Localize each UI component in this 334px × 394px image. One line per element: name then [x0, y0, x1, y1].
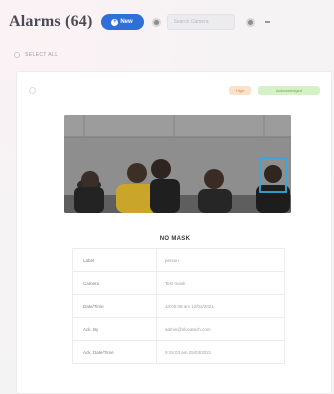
- select-all-checkbox[interactable]: [14, 52, 20, 58]
- detail-key: Label: [72, 248, 157, 272]
- new-button-label: New: [120, 19, 133, 25]
- person-head: [81, 171, 99, 189]
- table-row: Label person: [72, 248, 285, 272]
- page-header: Alarms (64) + New: [0, 0, 334, 44]
- table-row: Date/Time 10:05:08 am 12/02/2021: [72, 294, 285, 318]
- alarm-select-checkbox[interactable]: [29, 87, 36, 94]
- person-head: [204, 169, 224, 189]
- ceiling: [64, 115, 291, 137]
- detail-value: Test mask: [156, 271, 285, 295]
- alarm-card[interactable]: High Acknowledged NO MASK Label person C…: [16, 71, 332, 394]
- status-badge: Acknowledged: [258, 86, 320, 95]
- person-body: [198, 189, 232, 213]
- person-head: [151, 159, 171, 179]
- person-head: [264, 165, 282, 183]
- detail-value: admin@slocatech.com: [156, 317, 285, 341]
- alarm-details-table: Label person Camera Test mask Date/Time …: [72, 248, 285, 364]
- gear-icon[interactable]: [151, 17, 161, 27]
- page-title: Alarms (64): [9, 13, 93, 30]
- person-body: [256, 185, 290, 213]
- detail-value: 10:05:08 am 12/02/2021: [156, 294, 285, 318]
- person-head: [127, 163, 147, 183]
- table-row: Ack. By admin@slocatech.com: [72, 317, 285, 341]
- search-input[interactable]: [166, 14, 235, 30]
- snapshot-scene: [64, 115, 291, 213]
- table-row: Camera Test mask: [72, 271, 285, 295]
- select-all-label: SELECT ALL: [25, 52, 59, 58]
- person-body: [150, 179, 180, 213]
- alarm-label-title: NO MASK: [159, 236, 191, 242]
- detail-value: 9:15:03 am 25/03/2021: [156, 340, 285, 364]
- detail-key: Ack. Date/Time: [72, 340, 157, 364]
- more-icon[interactable]: [264, 21, 270, 23]
- person-body: [74, 187, 104, 213]
- detail-key: Camera: [72, 271, 157, 295]
- detail-key: Ack. By: [72, 317, 157, 341]
- settings-icon[interactable]: [245, 17, 255, 27]
- select-all-row[interactable]: SELECT ALL: [14, 52, 58, 58]
- new-alarm-button[interactable]: + New: [100, 14, 144, 30]
- table-row: Ack. Date/Time 9:15:03 am 25/03/2021: [72, 340, 285, 364]
- plus-icon: +: [111, 18, 119, 26]
- detail-key: Date/Time: [72, 294, 157, 318]
- severity-badge: High: [229, 86, 251, 95]
- detail-value: person: [156, 248, 285, 272]
- alarm-snapshot-image[interactable]: [64, 115, 291, 213]
